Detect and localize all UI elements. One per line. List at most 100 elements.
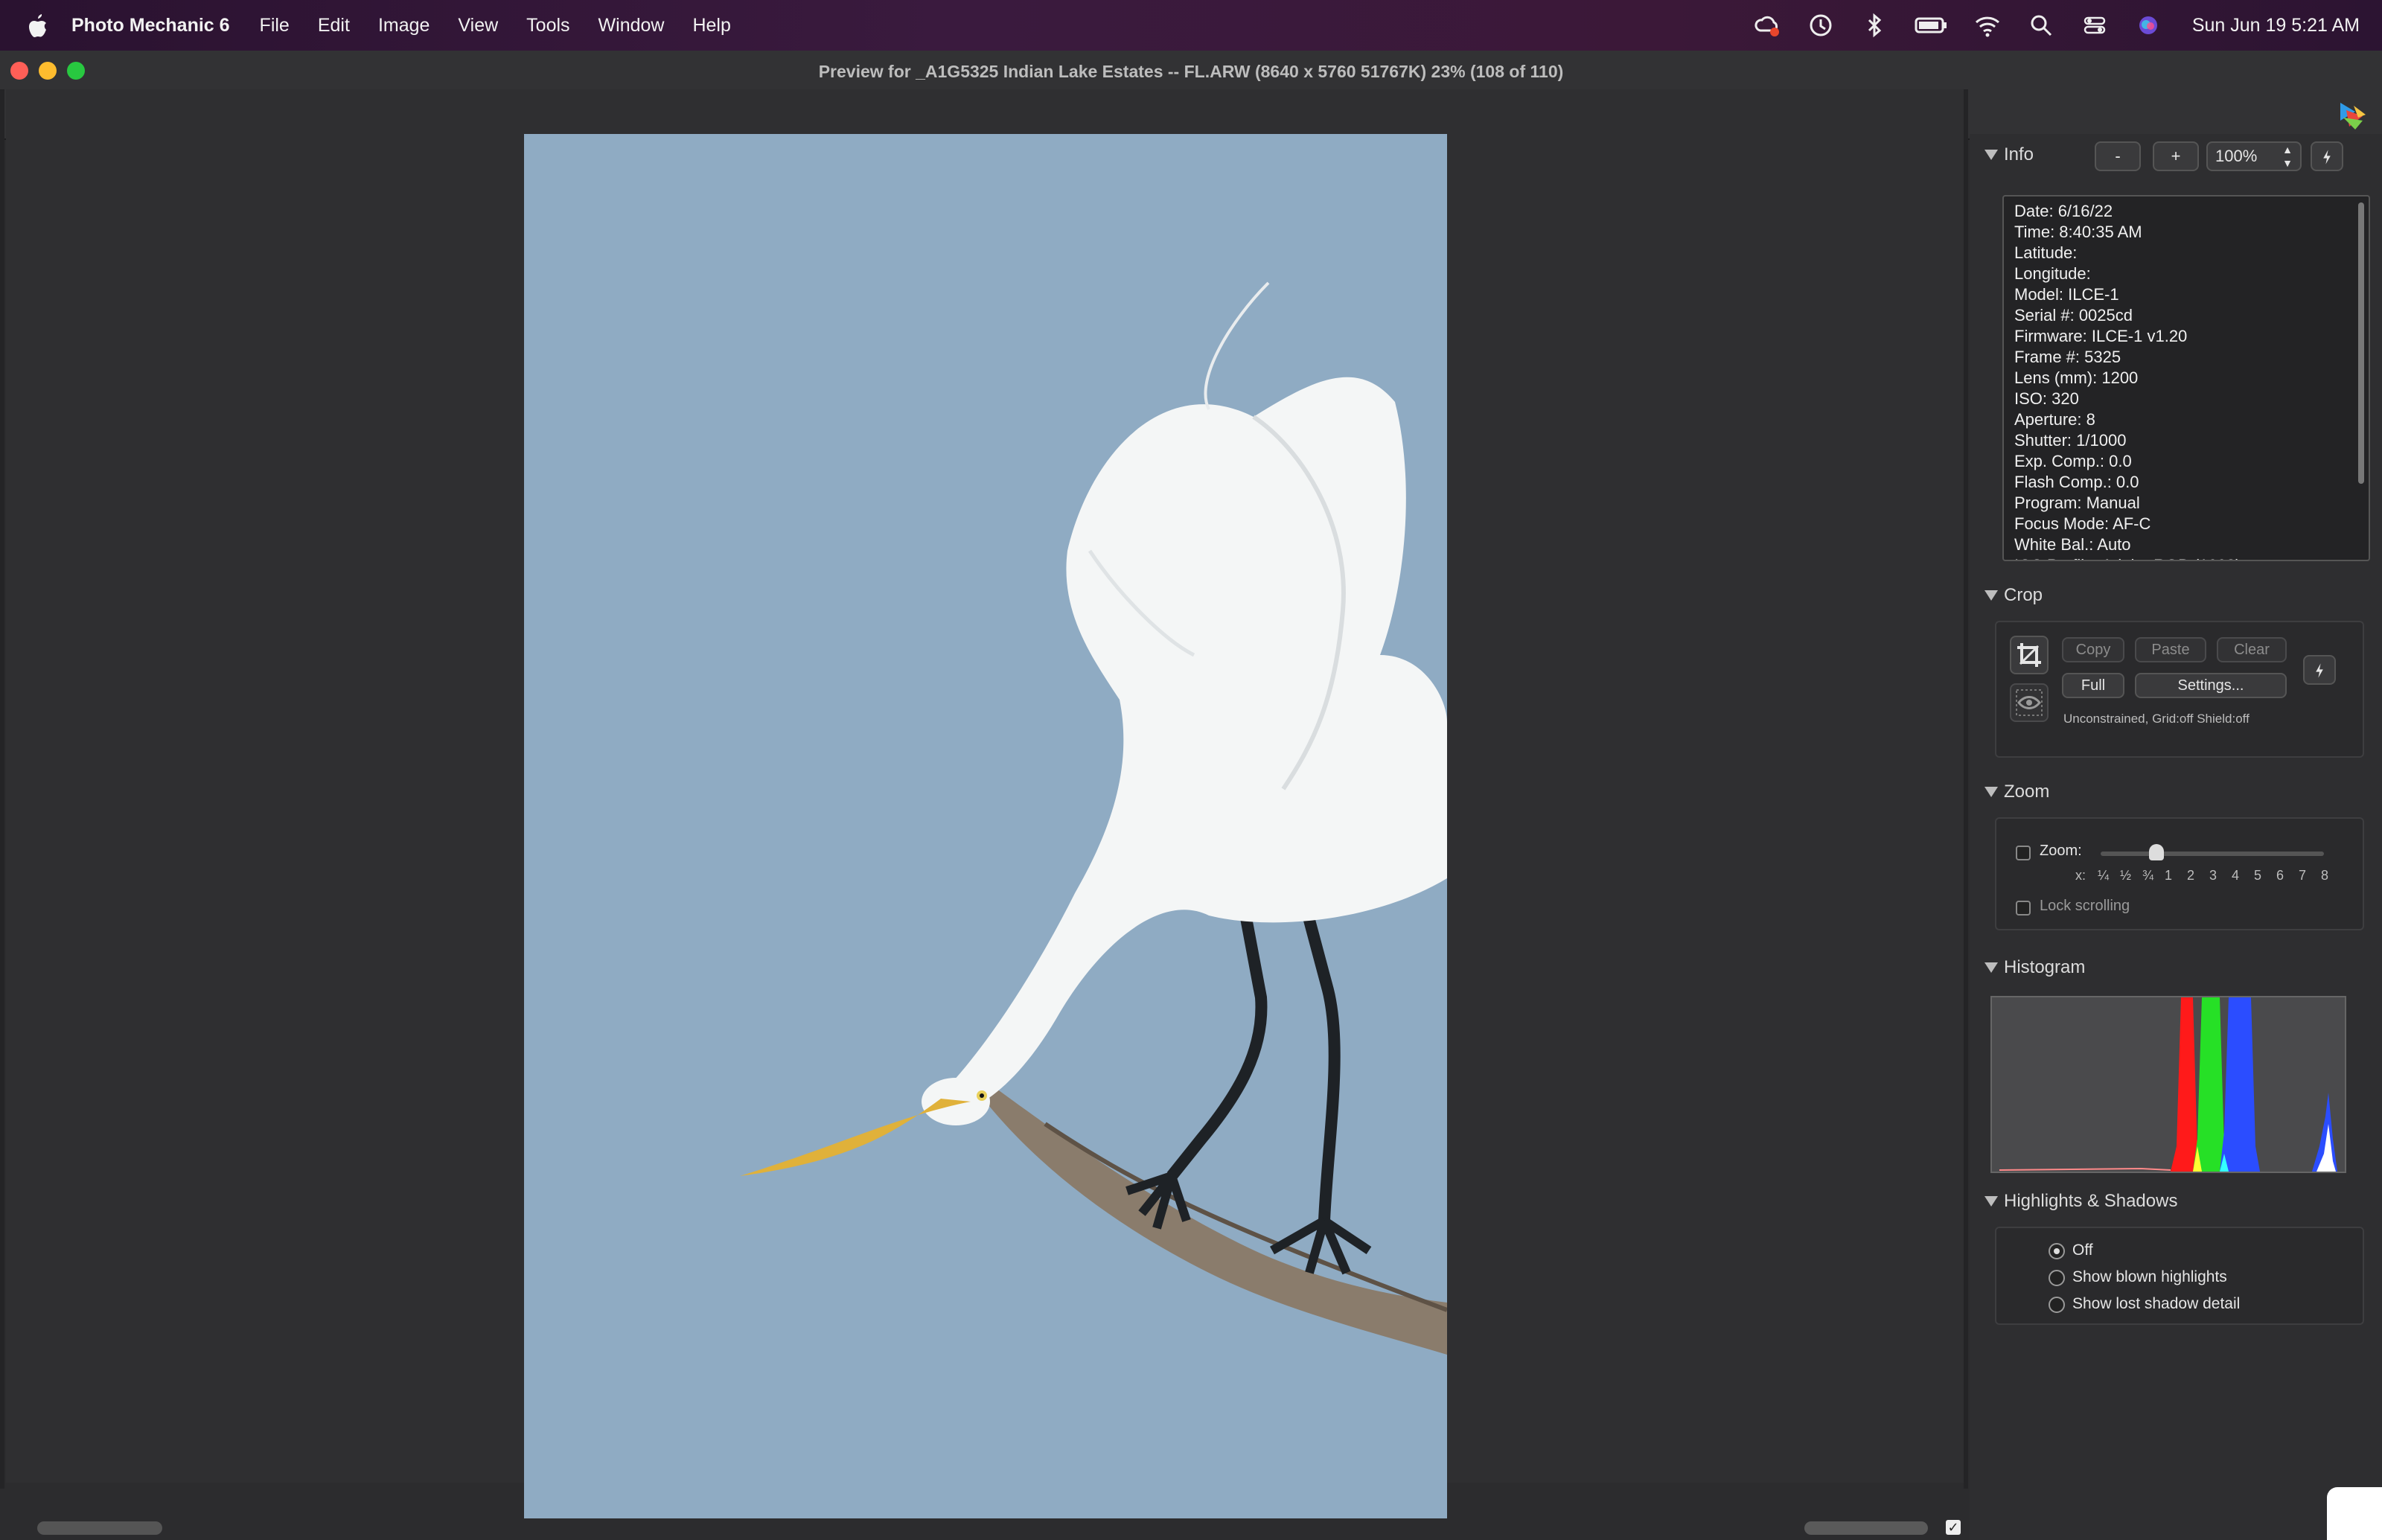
zoom-window-button[interactable] — [67, 62, 85, 80]
wifi-icon[interactable] — [1973, 11, 2002, 39]
creative-cloud-icon[interactable] — [1753, 11, 1781, 39]
histogram-section-title: Histogram — [2004, 957, 2086, 977]
disclosure-triangle-icon[interactable] — [1985, 590, 1998, 601]
info-section-header[interactable]: Info — [1985, 144, 2034, 165]
bluetooth-icon[interactable] — [1860, 11, 1888, 39]
crop-tool-button[interactable] — [2010, 636, 2049, 674]
menu-window[interactable]: Window — [598, 15, 665, 36]
crop-clear-button[interactable]: Clear — [2217, 637, 2287, 662]
crop-paste-button[interactable]: Paste — [2135, 637, 2206, 662]
info-metadata-list: Date: 6/16/22 Time: 8:40:35 AM Latitude: Lo… — [2014, 201, 2241, 560]
inspector-panel: Info - + 100% ▲ ▼ Date: 6/16/22 Time: 8:40… — [1970, 134, 2382, 1540]
crop-action-button[interactable] — [2303, 655, 2336, 685]
siri-icon[interactable] — [2134, 11, 2162, 39]
info-line: Longitude: — [2014, 264, 2091, 283]
zoom-tick-label: 4 — [2232, 868, 2240, 883]
info-action-button[interactable] — [2311, 141, 2343, 171]
crop-section-header[interactable]: Crop — [1985, 585, 2043, 606]
lightning-icon — [2316, 663, 2323, 678]
zoom-tick-label: 6 — [2276, 868, 2284, 883]
zoom-slider-knob[interactable] — [2149, 844, 2164, 860]
time-machine-icon[interactable] — [1807, 11, 1835, 39]
menu-bar: Photo Mechanic 6 File Edit Image View To… — [0, 0, 2382, 51]
info-line: Aperture: 8 — [2014, 410, 2095, 429]
zoom-section-header[interactable]: Zoom — [1985, 782, 2049, 802]
info-line: White Bal.: Auto — [2014, 535, 2131, 554]
info-metadata-box[interactable]: Date: 6/16/22 Time: 8:40:35 AM Latitude: Lo… — [2002, 195, 2370, 561]
radio-show-blown-highlights-label: Show blown highlights — [2072, 1268, 2227, 1285]
crop-settings-button[interactable]: Settings... — [2135, 673, 2287, 698]
crop-full-button[interactable]: Full — [2062, 673, 2124, 698]
control-center-icon[interactable] — [2081, 11, 2109, 39]
info-scrollbar[interactable] — [2358, 202, 2364, 484]
radio-show-blown-highlights[interactable] — [2049, 1270, 2065, 1286]
radio-off-label: Off — [2072, 1242, 2093, 1259]
minimize-window-button[interactable] — [39, 62, 57, 80]
info-line: Date: 6/16/22 — [2014, 202, 2113, 220]
close-window-button[interactable] — [10, 62, 28, 80]
histogram-graph — [1990, 996, 2346, 1173]
disclosure-triangle-icon[interactable] — [1985, 962, 1998, 973]
photo-mechanic-logo-icon — [2340, 103, 2366, 130]
info-zoom-minus-button[interactable]: - — [2095, 141, 2141, 171]
disclosure-triangle-icon[interactable] — [1985, 787, 1998, 797]
info-line: Shutter: 1/1000 — [2014, 431, 2127, 450]
info-zoom-plus-button[interactable]: + — [2153, 141, 2199, 171]
zoom-section-title: Zoom — [2004, 782, 2050, 802]
zoom-tick-label: 8 — [2321, 868, 2329, 883]
crop-copy-button[interactable]: Copy — [2062, 637, 2124, 662]
lightning-icon — [2323, 150, 2331, 164]
info-line: Focus Mode: AF-C — [2014, 514, 2151, 533]
zoom-tick-label: ¼ — [2098, 868, 2110, 883]
info-line: ISO: 320 — [2014, 389, 2079, 408]
egret-photo-image — [524, 134, 1447, 1518]
zoom-checkbox[interactable] — [2016, 846, 2031, 860]
info-line: Program: Manual — [2014, 493, 2140, 512]
histogram-section-header[interactable]: Histogram — [1985, 957, 2085, 978]
highlights-section-header[interactable]: Highlights & Shadows — [1985, 1191, 2177, 1212]
lock-scrolling-checkbox[interactable] — [2016, 901, 2031, 916]
menu-app-name[interactable]: Photo Mechanic 6 — [71, 15, 230, 36]
left-splitter[interactable] — [0, 89, 4, 1489]
zoom-tick-label: 7 — [2299, 868, 2307, 883]
radio-off[interactable] — [2049, 1243, 2065, 1259]
corner-checkmark-icon[interactable]: ✓ — [1946, 1520, 1961, 1535]
radio-show-lost-shadow-detail-label: Show lost shadow detail — [2072, 1295, 2241, 1312]
preview-photo[interactable] — [524, 134, 1447, 1518]
info-line: Firmware: ILCE-1 v1.20 — [2014, 327, 2188, 345]
menu-file[interactable]: File — [260, 15, 290, 36]
window-title: Preview for _A1G5325 Indian Lake Estates… — [818, 61, 1564, 81]
info-line: Serial #: 0025cd — [2014, 306, 2133, 325]
zoom-tick-label: 5 — [2254, 868, 2262, 883]
crop-preview-button[interactable] — [2010, 683, 2049, 722]
info-zoom-value: 100% — [2215, 147, 2258, 165]
info-section-title: Info — [2004, 144, 2034, 164]
menubar-clock[interactable]: Sun Jun 19 5:21 AM — [2192, 15, 2360, 36]
battery-icon[interactable] — [1914, 11, 1948, 39]
spotlight-search-icon[interactable] — [2027, 11, 2055, 39]
menu-image[interactable]: Image — [378, 15, 430, 36]
zoom-tick-label: ½ — [2120, 868, 2132, 883]
radio-show-lost-shadow-detail[interactable] — [2049, 1297, 2065, 1313]
menu-view[interactable]: View — [458, 15, 498, 36]
info-zoom-select[interactable]: 100% ▲ ▼ — [2206, 141, 2302, 171]
menu-tools[interactable]: Tools — [526, 15, 569, 36]
corner-widget — [2327, 1487, 2382, 1540]
zoom-tick-label: 2 — [2187, 868, 2195, 883]
info-line: Lens (mm): 1200 — [2014, 368, 2139, 387]
info-line: Latitude: — [2014, 243, 2078, 262]
menu-edit[interactable]: Edit — [318, 15, 350, 36]
eye-icon — [2016, 689, 2043, 716]
highlights-section-title: Highlights & Shadows — [2004, 1191, 2178, 1211]
horizontal-scrollbar[interactable] — [1804, 1521, 1928, 1535]
disclosure-triangle-icon[interactable] — [1985, 1196, 1998, 1207]
thumbnail-scroll-handle[interactable] — [37, 1521, 162, 1535]
crop-status: Unconstrained, Grid:off Shield:off — [2063, 712, 2250, 726]
crop-section-title: Crop — [2004, 585, 2043, 605]
info-line: ICC Profile: Adobe RGB (1998) — [2014, 555, 2241, 560]
panel-splitter[interactable] — [1964, 89, 1968, 1489]
apple-icon[interactable] — [25, 11, 49, 39]
menu-help[interactable]: Help — [692, 15, 730, 36]
disclosure-triangle-icon[interactable] — [1985, 150, 1998, 160]
zoom-slider[interactable] — [2101, 844, 2324, 860]
